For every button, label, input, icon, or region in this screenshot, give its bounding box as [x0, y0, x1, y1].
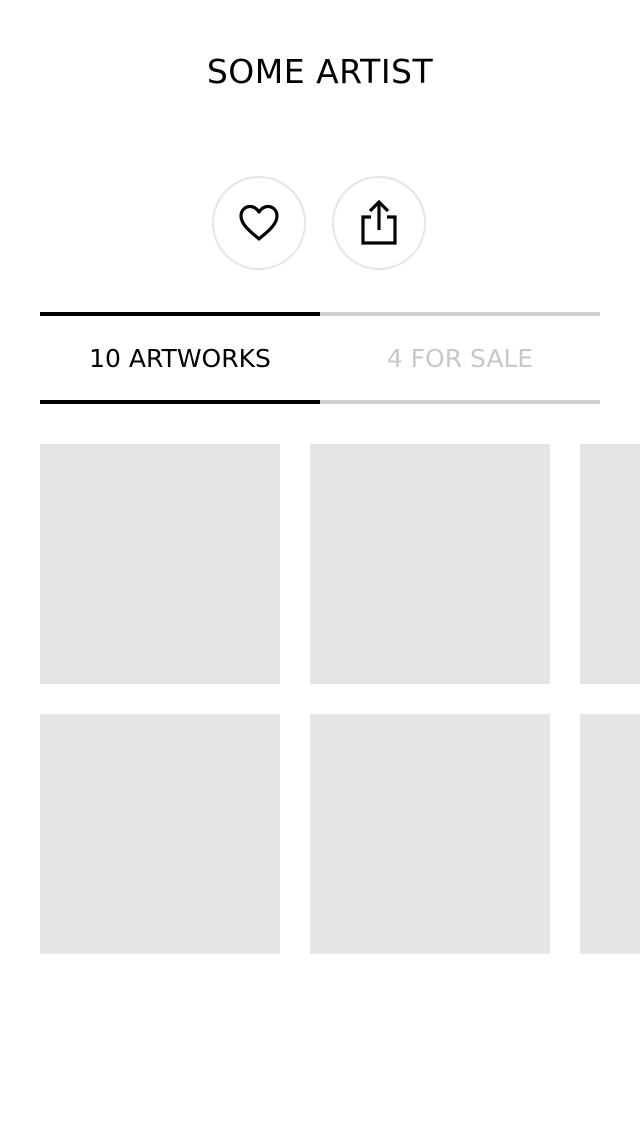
artwork-placeholder[interactable]: [40, 444, 280, 684]
artwork-tabs: 10 ARTWORKS 4 FOR SALE: [40, 312, 600, 404]
artwork-placeholder[interactable]: [310, 444, 550, 684]
tab-artworks[interactable]: 10 ARTWORKS: [40, 312, 320, 404]
artwork-placeholder[interactable]: [310, 714, 550, 954]
artwork-placeholder[interactable]: [580, 714, 640, 954]
share-icon: [361, 199, 397, 245]
tab-for-sale[interactable]: 4 FOR SALE: [320, 312, 600, 404]
heart-outline-icon: [239, 204, 279, 241]
artwork-placeholder[interactable]: [40, 714, 280, 954]
share-button[interactable]: [332, 176, 426, 270]
artist-name: SOME ARTIST: [206, 52, 434, 91]
favorite-button[interactable]: [212, 176, 306, 270]
artwork-placeholder[interactable]: [580, 444, 640, 684]
artwork-grid: [40, 444, 640, 964]
